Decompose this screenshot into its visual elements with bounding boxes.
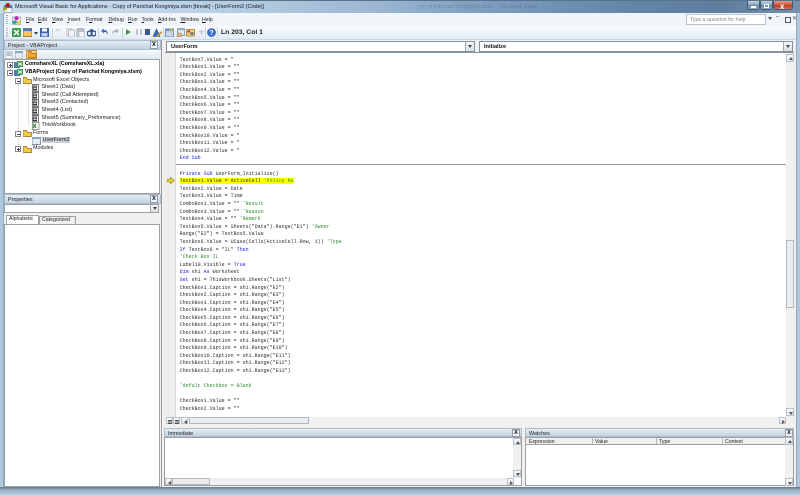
- svg-text:?: ?: [209, 30, 213, 37]
